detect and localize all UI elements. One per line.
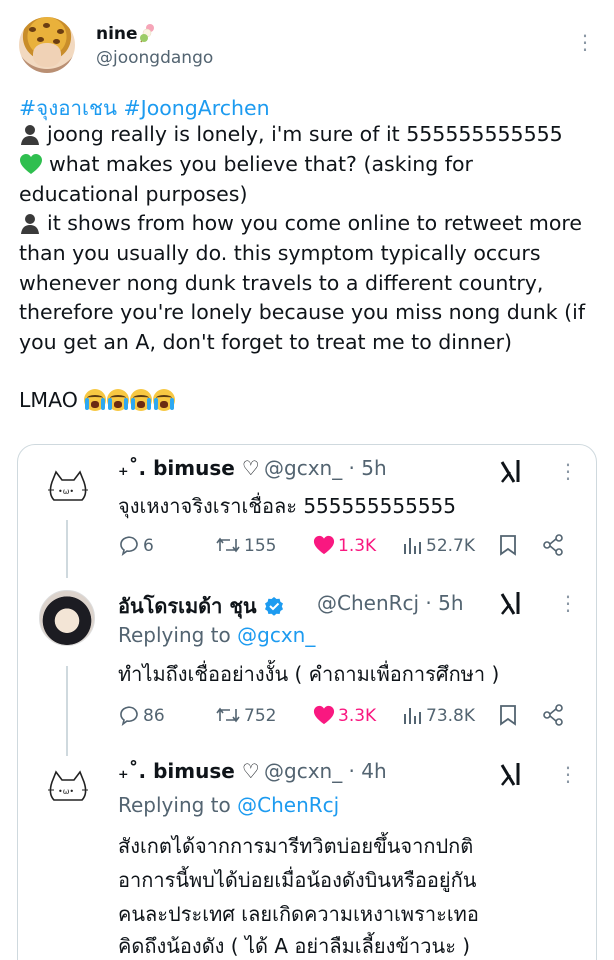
tweet-line-4: it shows from how you come online to ret… xyxy=(47,211,582,235)
like-count[interactable]: 1.3K xyxy=(313,534,376,556)
more-options-icon[interactable]: ⋮ xyxy=(558,458,578,484)
tweet-line-2: what makes you believe that? (asking for xyxy=(49,152,473,176)
like-count-value: 1.3K xyxy=(338,536,377,556)
reply-author-handle[interactable]: @gcxn_ · 4h xyxy=(264,759,387,783)
loudly-crying-face-icon xyxy=(130,389,153,411)
tweet-header: nine @joongdango ⋮ xyxy=(0,0,614,90)
views-chart-icon xyxy=(404,538,421,554)
person-silhouette-icon xyxy=(21,125,39,145)
view-count-value: 73.8K xyxy=(426,706,475,726)
retweet-icon xyxy=(216,537,240,553)
author-name[interactable]: nine xyxy=(96,24,138,44)
reply-author-handle[interactable]: @gcxn_ · 5h xyxy=(264,456,387,480)
reply-text-line: คิดถึงน้องดัง ( ได้ A อย่าลืมเลี้ยงข้าวน… xyxy=(118,934,471,958)
reply-count[interactable]: 86 xyxy=(118,704,165,726)
loudly-crying-face-icon xyxy=(84,389,107,411)
share-icon[interactable] xyxy=(542,704,564,726)
retweet-count[interactable]: 752 xyxy=(215,704,276,726)
reply-count[interactable]: 6 xyxy=(118,534,154,556)
reply-author-handle[interactable]: @ChenRcj · 5h xyxy=(317,591,464,615)
heart-filled-icon xyxy=(313,535,335,555)
reply-text-line: คนละประเทศ เลยเกิดความเหงาเพราะเทอ xyxy=(118,902,479,926)
reply-text: จุงเหงาจริงเราเชื่อละ 555555555555 xyxy=(118,494,457,518)
grok-icon[interactable] xyxy=(500,590,524,616)
more-options-icon[interactable]: ⋮ xyxy=(558,590,578,616)
retweet-count-value: 752 xyxy=(244,706,277,726)
reply-text: ทำไมถึงเชื่ออย่างงั้น ( คำถามเพื่อการศึก… xyxy=(118,662,500,686)
like-count[interactable]: 3.3K xyxy=(313,704,376,726)
reply-avatar-cat[interactable]: •ω• xyxy=(40,760,96,816)
person-silhouette-icon xyxy=(21,214,39,234)
tweet-line-7: therefore you're lonely because you miss… xyxy=(19,300,586,324)
comment-icon xyxy=(120,706,138,726)
replying-to-prefix: Replying to xyxy=(118,793,238,817)
reply-author-name[interactable]: อันโดรเมด้า ชุน xyxy=(118,590,284,622)
tweet-line-3: educational purposes) xyxy=(19,182,248,206)
views-chart-icon xyxy=(404,708,421,724)
verified-badge-icon xyxy=(264,597,283,616)
tweet-line-6: whenever nong dunk travels to a differen… xyxy=(19,271,544,295)
reply-count-value: 6 xyxy=(143,536,154,556)
reply-author-name[interactable]: ₊˚. bimuse ♡ xyxy=(118,456,260,480)
author-handle[interactable]: @joongdango xyxy=(96,48,213,68)
more-options-icon[interactable]: ⋮ xyxy=(575,30,595,54)
replying-to-prefix: Replying to xyxy=(118,623,238,647)
tweet-line-9: LMAO xyxy=(19,388,78,412)
reply-count-value: 86 xyxy=(143,706,165,726)
more-options-icon[interactable]: ⋮ xyxy=(558,761,578,787)
svg-text:•ω•: •ω• xyxy=(58,487,74,496)
retweet-count[interactable]: 155 xyxy=(215,534,276,556)
reply-author-name-text: อันโดรเมด้า ชุน xyxy=(118,594,257,618)
tweet-line-1: joong really is lonely, i'm sure of it 5… xyxy=(47,122,563,146)
reply-text-line: สังเกตได้จากการมารีทวิตบ่อยขึ้นจากปกติ xyxy=(118,834,474,858)
bookmark-icon[interactable] xyxy=(499,704,517,726)
replying-to: Replying to @gcxn_ xyxy=(118,623,315,647)
reply-author-name[interactable]: ₊˚. bimuse ♡ xyxy=(118,759,260,783)
tweet-line-5: than you usually do. this symptom typica… xyxy=(19,241,541,265)
replying-to-mention[interactable]: @gcxn_ xyxy=(237,623,315,647)
view-count[interactable]: 52.7K xyxy=(403,534,475,556)
heart-filled-icon xyxy=(313,705,335,725)
share-icon[interactable] xyxy=(542,534,564,556)
author-avatar[interactable] xyxy=(19,17,75,73)
svg-text:•ω•: •ω• xyxy=(58,787,74,796)
view-count-value: 52.7K xyxy=(426,536,475,556)
view-count[interactable]: 73.8K xyxy=(403,704,475,726)
reply-text-line: อาการนี้พบได้บ่อยเมื่อน้องดังบินหรืออยู่… xyxy=(118,868,477,892)
grok-icon[interactable] xyxy=(500,458,524,484)
comment-icon xyxy=(120,536,138,556)
bookmark-icon[interactable] xyxy=(499,534,517,556)
reply-avatar-cat[interactable]: •ω• xyxy=(40,460,96,516)
loudly-crying-face-icon xyxy=(107,389,130,411)
tweet-line: what makes you believe that? (asking for xyxy=(19,152,473,176)
grok-icon[interactable] xyxy=(500,761,524,787)
loudly-crying-face-icon xyxy=(153,389,176,411)
like-count-value: 3.3K xyxy=(338,706,377,726)
tweet-hashtags[interactable]: #จุงอาเชน #JoongArchen xyxy=(19,92,270,125)
dango-icon xyxy=(140,24,154,43)
retweet-count-value: 155 xyxy=(244,536,277,556)
tweet-line-8: you get an A, don't forget to treat me t… xyxy=(19,330,513,354)
tweet-line: it shows from how you come online to ret… xyxy=(19,211,582,235)
green-heart-icon xyxy=(20,154,42,174)
retweet-icon xyxy=(216,707,240,723)
replying-to-mention[interactable]: @ChenRcj xyxy=(237,793,339,817)
reply-avatar[interactable] xyxy=(39,590,95,646)
thread-connector-line xyxy=(66,666,68,756)
replying-to: Replying to @ChenRcj xyxy=(118,793,339,817)
tweet-line: joong really is lonely, i'm sure of it 5… xyxy=(19,122,563,146)
tweet-line: LMAO xyxy=(19,388,176,412)
thread-connector-line xyxy=(66,520,68,578)
